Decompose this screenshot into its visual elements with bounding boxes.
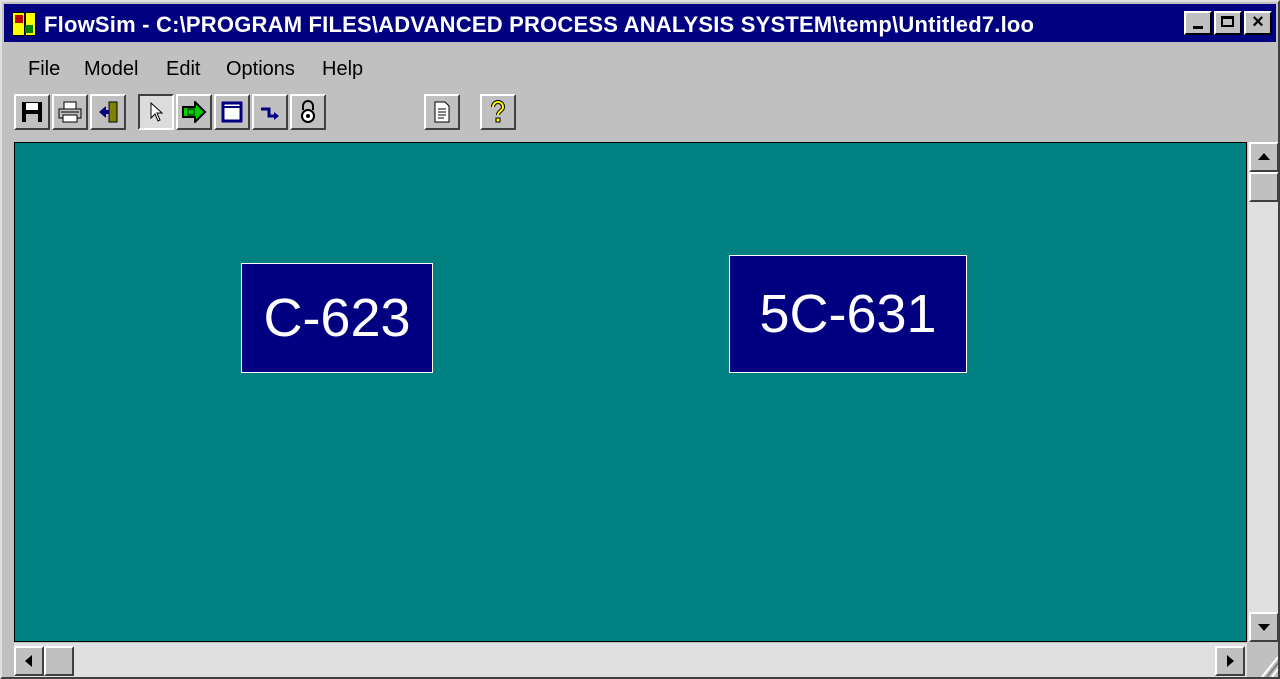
horizontal-scroll-thumb[interactable] [44, 646, 74, 676]
title-bar[interactable]: FlowSim - C:\PROGRAM FILES\ADVANCED PROC… [4, 4, 1276, 42]
connector-icon [261, 107, 279, 120]
resize-grip-icon [1261, 656, 1278, 677]
help-icon [491, 100, 506, 123]
scroll-left-button[interactable] [14, 646, 44, 676]
box-tool-button[interactable] [214, 94, 250, 130]
maximize-button[interactable] [1214, 11, 1242, 35]
flowsheet-canvas[interactable]: C-623 5C-631 [14, 142, 1247, 642]
close-button[interactable]: × [1244, 11, 1272, 35]
unit-node-c623[interactable]: C-623 [241, 263, 433, 373]
minimize-button[interactable] [1184, 11, 1212, 35]
menu-help[interactable]: Help [322, 58, 363, 81]
print-icon [58, 101, 82, 123]
box-icon [221, 101, 243, 123]
window-title: FlowSim - C:\PROGRAM FILES\ADVANCED PROC… [44, 12, 1035, 37]
vertical-scrollbar[interactable] [1248, 142, 1278, 642]
pointer-tool-button[interactable] [138, 94, 174, 130]
save-button[interactable] [14, 94, 50, 130]
arrow-up-icon [1258, 153, 1270, 160]
connector-tool-button[interactable] [252, 94, 288, 130]
menu-options[interactable]: Options [226, 58, 295, 81]
arrow-down-icon [1258, 624, 1270, 631]
document-icon [434, 101, 450, 123]
process-unit-icon [182, 101, 207, 123]
menu-bar: File Model Edit Options Help [4, 48, 1276, 88]
exit-button[interactable] [90, 94, 126, 130]
app-window: FlowSim - C:\PROGRAM FILES\ADVANCED PROC… [0, 0, 1280, 679]
print-button[interactable] [52, 94, 88, 130]
scroll-up-button[interactable] [1249, 142, 1278, 172]
vertical-scroll-thumb[interactable] [1249, 172, 1278, 202]
app-icon[interactable] [12, 12, 36, 36]
help-button[interactable] [480, 94, 516, 130]
menu-edit[interactable]: Edit [166, 58, 200, 81]
process-unit-tool-button[interactable] [176, 94, 212, 130]
pointer-icon [150, 101, 164, 122]
lock-icon [301, 100, 315, 123]
exit-icon [99, 101, 118, 123]
save-icon [22, 102, 42, 122]
horizontal-scrollbar[interactable] [14, 643, 1247, 677]
resize-grip[interactable] [1248, 643, 1278, 677]
scroll-down-button[interactable] [1249, 612, 1278, 642]
document-button[interactable] [424, 94, 460, 130]
menu-model[interactable]: Model [84, 58, 138, 81]
toolbar [4, 88, 1276, 142]
arrow-left-icon [25, 655, 32, 667]
arrow-right-icon [1227, 655, 1234, 667]
menu-file[interactable]: File [28, 58, 60, 81]
scroll-right-button[interactable] [1215, 646, 1245, 676]
lock-tool-button[interactable] [290, 94, 326, 130]
unit-node-5c631[interactable]: 5C-631 [729, 255, 967, 373]
